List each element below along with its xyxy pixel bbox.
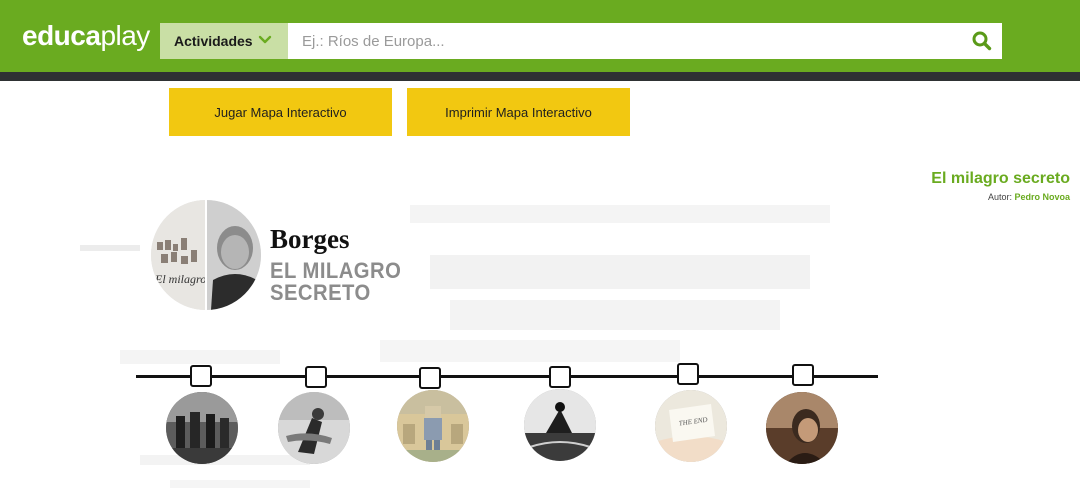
search-input[interactable]: [288, 23, 962, 59]
search-icon: [972, 31, 992, 51]
scene-thumbnail: THE END: [655, 390, 727, 462]
author-link[interactable]: Pedro Novoa: [1014, 192, 1070, 202]
scene-thumbnail: [166, 392, 238, 464]
scene-thumbnail: [766, 392, 838, 464]
chevron-down-icon: [258, 35, 272, 44]
category-dropdown[interactable]: Actividades: [160, 23, 288, 59]
scene-thumbnail: [524, 389, 596, 461]
cover-heading: Borges: [270, 224, 350, 254]
play-map-button[interactable]: Jugar Mapa Interactivo: [169, 88, 392, 136]
map-marker[interactable]: [419, 367, 441, 389]
cover-subtitle: EL MILAGRO SECRETO: [270, 258, 402, 305]
activity-author: Autor: Pedro Novoa: [987, 192, 1070, 202]
scene-thumbnail: [397, 390, 469, 462]
activity-title: El milagro secreto: [931, 170, 1070, 187]
top-bar-divider: [0, 72, 1080, 81]
map-marker[interactable]: [677, 363, 699, 385]
scene-thumbnail: [278, 392, 350, 464]
map-marker[interactable]: [305, 366, 327, 388]
timeline-line: [136, 375, 878, 378]
map-marker[interactable]: [792, 364, 814, 386]
map-marker[interactable]: [190, 365, 212, 387]
educaplay-logo[interactable]: educaplay: [22, 20, 150, 52]
map-marker[interactable]: [549, 366, 571, 388]
cover-portrait-image: El milagro: [151, 200, 261, 310]
print-map-button[interactable]: Imprimir Mapa Interactivo: [407, 88, 630, 136]
category-label: Actividades: [174, 33, 253, 49]
svg-text:El milagro: El milagro: [154, 272, 206, 286]
search-button[interactable]: [962, 23, 1002, 59]
activity-info: El milagro secreto Autor: Pedro Novoa: [931, 170, 1070, 202]
